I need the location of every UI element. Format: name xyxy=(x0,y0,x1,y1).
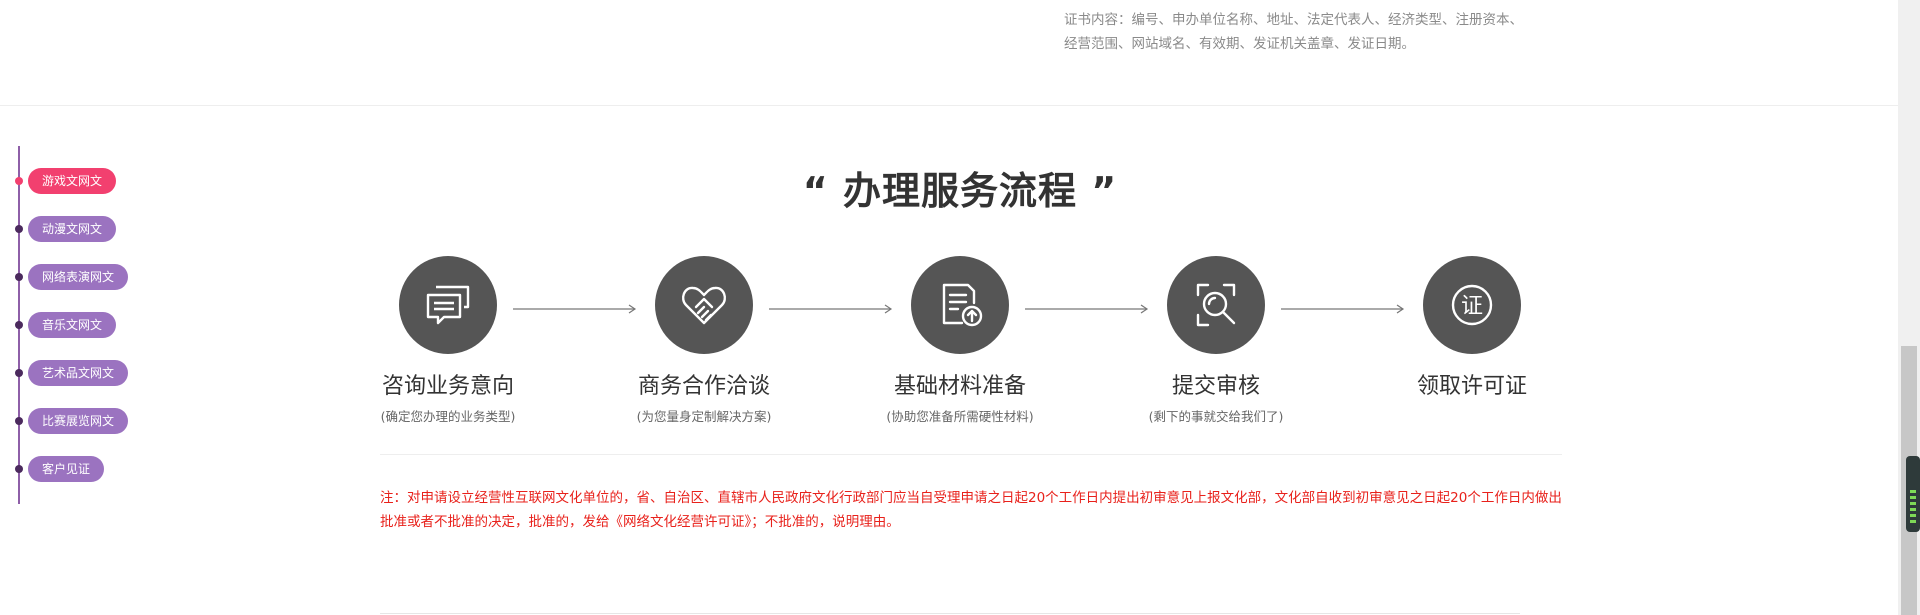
step-subtitle: (协助您准备所需硬性材料) xyxy=(886,409,1034,424)
process-step-license: 证 领取许可证 xyxy=(1362,256,1582,406)
nav-dot xyxy=(15,273,23,281)
widget-bar xyxy=(1910,508,1916,511)
sidebar-item-label: 比赛展览网文 xyxy=(28,408,129,434)
widget-bar xyxy=(1910,502,1916,505)
floating-widget[interactable] xyxy=(1906,456,1920,532)
page: 证书内容：编号、申办单位名称、地址、法定代表人、经济类型、注册资本、经营范围、网… xyxy=(0,0,1920,615)
document-upload-icon xyxy=(911,256,1009,354)
process-step-review: 提交审核 (剩下的事就交给我们了) xyxy=(1106,256,1326,425)
top-divider xyxy=(0,105,1898,106)
nav-dot xyxy=(15,369,23,377)
sidebar-item-label: 音乐文网文 xyxy=(28,312,117,338)
svg-text:证: 证 xyxy=(1461,294,1483,319)
step-title: 领取许可证 xyxy=(1416,374,1527,399)
sidebar-item-label: 网络表演网文 xyxy=(28,264,129,290)
nav-dot xyxy=(15,465,23,473)
process-step-materials: 基础材料准备 (协助您准备所需硬性材料) xyxy=(850,256,1070,425)
sidebar-item-label: 客户见证 xyxy=(28,456,105,482)
chat-bubbles-icon xyxy=(399,256,497,354)
widget-bar xyxy=(1910,490,1916,493)
sidebar-item-label: 艺术品文网文 xyxy=(28,360,129,386)
content-divider xyxy=(380,454,1562,455)
bottom-divider xyxy=(380,613,1520,614)
step-subtitle: (剩下的事就交给我们了) xyxy=(1148,409,1284,424)
process-step-negotiation: 商务合作洽谈 (为您量身定制解决方案) xyxy=(594,256,814,425)
nav-dot xyxy=(15,225,23,233)
step-title: 咨询业务意向 xyxy=(381,374,514,399)
nav-dot xyxy=(15,321,23,329)
step-title: 基础材料准备 xyxy=(893,374,1026,399)
widget-bar xyxy=(1910,514,1916,517)
magnifier-icon xyxy=(1167,256,1265,354)
step-subtitle: (为您量身定制解决方案) xyxy=(636,409,772,424)
approval-note: 注：对申请设立经营性互联网文化单位的，省、自治区、直辖市人民政府文化行政部门应当… xyxy=(380,490,1562,530)
handshake-icon xyxy=(655,256,753,354)
certificate-seal-icon: 证 xyxy=(1423,256,1521,354)
widget-bar xyxy=(1910,520,1916,523)
certificate-content-text: 证书内容：编号、申办单位名称、地址、法定代表人、经济类型、注册资本、经营范围、网… xyxy=(1064,12,1523,52)
process-step-consult: 咨询业务意向 (确定您办理的业务类型) xyxy=(338,256,558,425)
step-subtitle: (确定您办理的业务类型) xyxy=(380,409,516,424)
step-title: 商务合作洽谈 xyxy=(637,374,770,399)
section-title: “ 办理服务流程 ” xyxy=(802,169,1118,213)
widget-bar xyxy=(1910,496,1916,499)
nav-dot xyxy=(15,417,23,425)
step-title: 提交审核 xyxy=(1171,374,1260,399)
sidebar-item-label: 动漫文网文 xyxy=(28,216,117,242)
